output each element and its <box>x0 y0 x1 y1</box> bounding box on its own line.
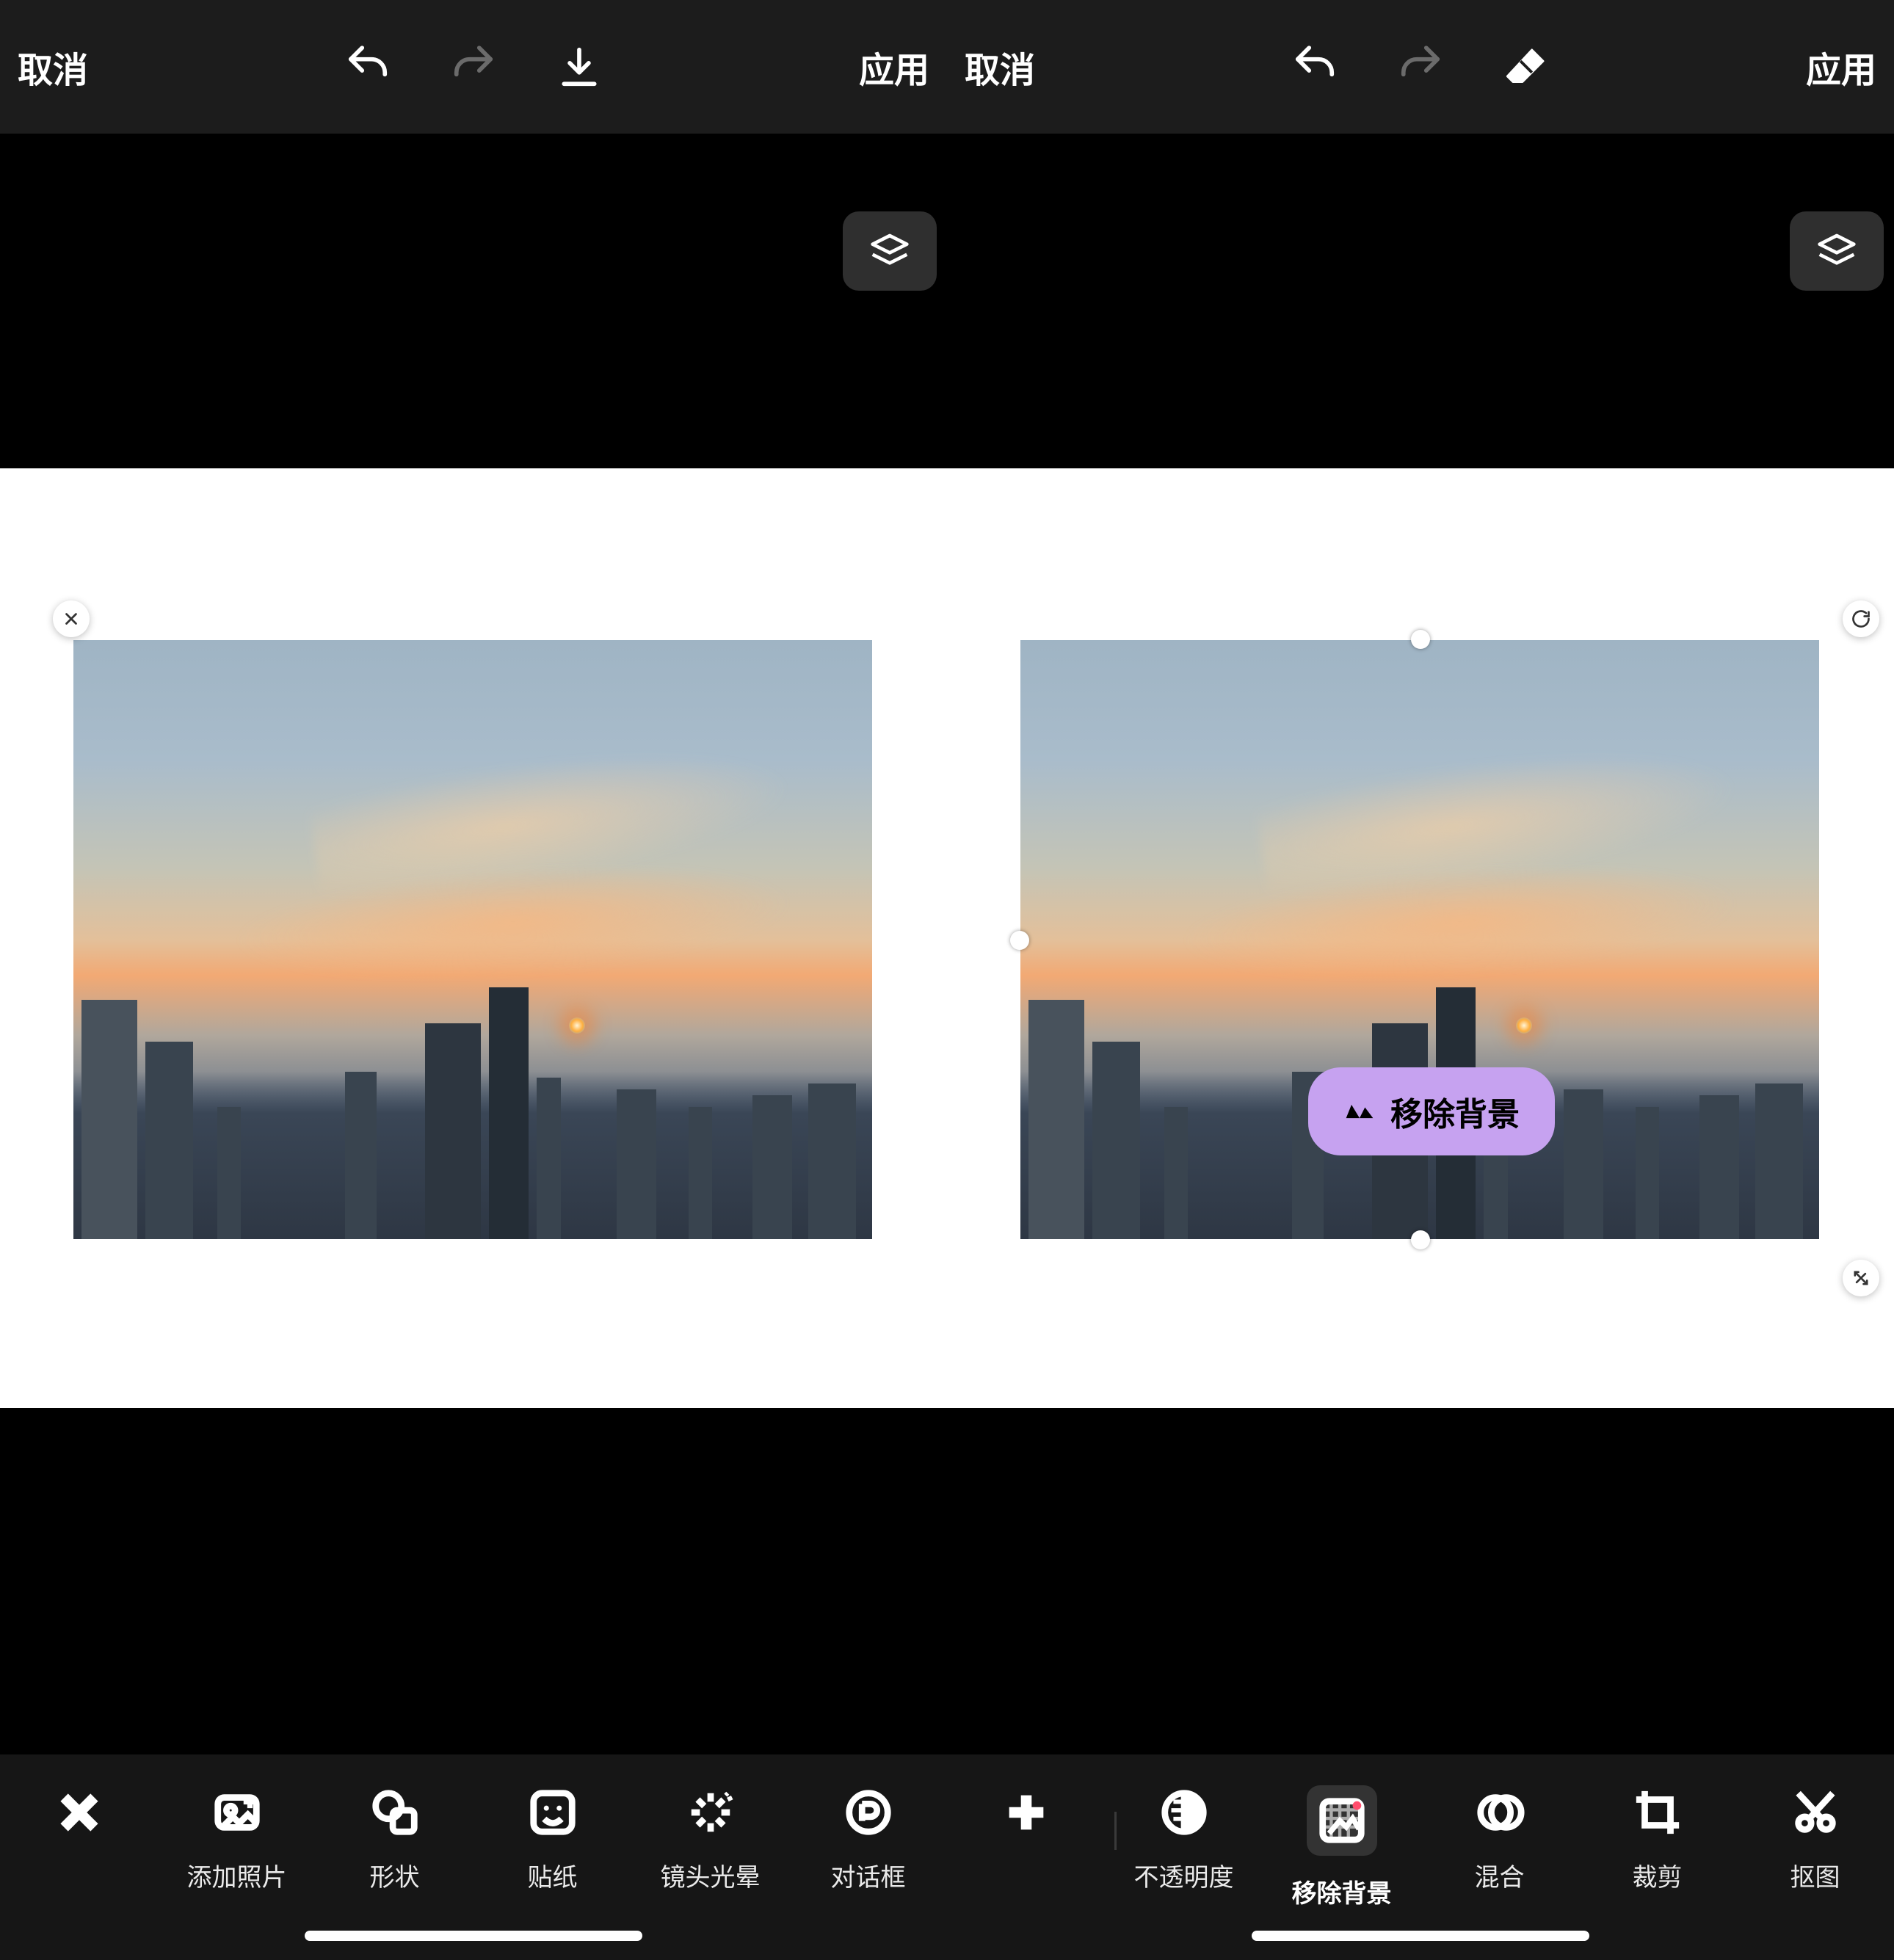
cutout-icon <box>1788 1785 1843 1840</box>
tool-close[interactable] <box>10 1785 149 1857</box>
eraser-button[interactable] <box>1503 43 1550 90</box>
download-button[interactable] <box>556 43 603 90</box>
apply-button[interactable]: 应用 <box>1806 41 1876 92</box>
redo-button[interactable] <box>450 43 497 90</box>
selection-close-handle[interactable] <box>53 600 90 637</box>
undo-button[interactable] <box>344 43 391 90</box>
cancel-button[interactable]: 取消 <box>18 41 88 92</box>
layers-button[interactable] <box>1790 211 1884 291</box>
tool-sticker[interactable]: 贴纸 <box>483 1785 623 1893</box>
separator <box>1114 1812 1117 1850</box>
tool-cutout[interactable]: 抠图 <box>1746 1785 1885 1893</box>
add-photo-icon <box>210 1785 264 1840</box>
remove-bg-pill[interactable]: 移除背景 <box>1308 1067 1555 1155</box>
lens-flare-icon <box>683 1785 738 1840</box>
pill-label: 移除背景 <box>1390 1088 1520 1135</box>
canvas-left <box>0 134 947 1418</box>
tool-label: 镜头光晕 <box>661 1857 761 1893</box>
bottombar-left: 添加照片 形状 贴纸 镜头光晕 对话框 <box>0 1754 947 1960</box>
canvas-right: 移除背景 <box>947 134 1894 1418</box>
tool-shape[interactable]: 形状 <box>325 1785 465 1893</box>
tool-label: 混合 <box>1475 1857 1525 1893</box>
selection-rotate-handle[interactable] <box>1843 600 1879 637</box>
home-indicator <box>1252 1931 1589 1941</box>
remove-bg-icon <box>1307 1785 1377 1856</box>
tool-label: 抠图 <box>1790 1857 1840 1893</box>
tool-opacity[interactable]: 不透明度 <box>1114 1785 1254 1893</box>
tool-label: 添加照片 <box>187 1857 287 1893</box>
selection-resize-handle[interactable] <box>1843 1260 1879 1296</box>
speech-bubble-icon <box>841 1785 896 1840</box>
tool-blend[interactable]: 混合 <box>1430 1785 1570 1893</box>
undo-button[interactable] <box>1291 43 1338 90</box>
pane-right: 取消 应用 <box>947 0 1894 1960</box>
pane-left: 取消 应用 <box>0 0 947 1960</box>
tool-add-photo[interactable]: 添加照片 <box>167 1785 307 1893</box>
cancel-button[interactable]: 取消 <box>965 41 1035 92</box>
selection-mid-top[interactable] <box>1411 630 1430 649</box>
tool-remove-bg[interactable]: 移除背景 <box>1272 1785 1412 1909</box>
topbar-left: 取消 应用 <box>0 0 947 134</box>
crop-icon <box>1630 1785 1685 1840</box>
tool-lens-flare[interactable]: 镜头光晕 <box>641 1785 780 1893</box>
close-icon <box>52 1785 106 1840</box>
blend-icon <box>1473 1785 1527 1840</box>
selection-mid-left[interactable] <box>1010 931 1029 950</box>
selection-mid-bottom[interactable] <box>1411 1230 1430 1249</box>
photo-layer[interactable] <box>73 640 872 1239</box>
redo-button[interactable] <box>1397 43 1444 90</box>
plus-icon <box>999 1785 1053 1840</box>
tool-crop[interactable]: 裁剪 <box>1588 1785 1727 1893</box>
tool-label: 贴纸 <box>528 1857 578 1893</box>
sticker-icon <box>526 1785 580 1840</box>
topbar-right: 取消 应用 <box>947 0 1894 134</box>
tool-label: 裁剪 <box>1633 1857 1683 1893</box>
apply-button[interactable]: 应用 <box>859 41 929 92</box>
bottombar-right: 不透明度 移除背景 混合 裁剪 抠图 <box>947 1754 1894 1960</box>
tool-label: 对话框 <box>831 1857 906 1893</box>
tool-label: 形状 <box>370 1857 420 1893</box>
opacity-icon <box>1157 1785 1211 1840</box>
home-indicator <box>305 1931 642 1941</box>
tool-speech-bubble[interactable]: 对话框 <box>799 1785 938 1893</box>
tool-label: 不透明度 <box>1134 1857 1234 1893</box>
layers-button[interactable] <box>843 211 937 291</box>
tool-add[interactable] <box>957 1785 1096 1857</box>
tool-label: 移除背景 <box>1292 1873 1392 1909</box>
shape-icon <box>368 1785 422 1840</box>
